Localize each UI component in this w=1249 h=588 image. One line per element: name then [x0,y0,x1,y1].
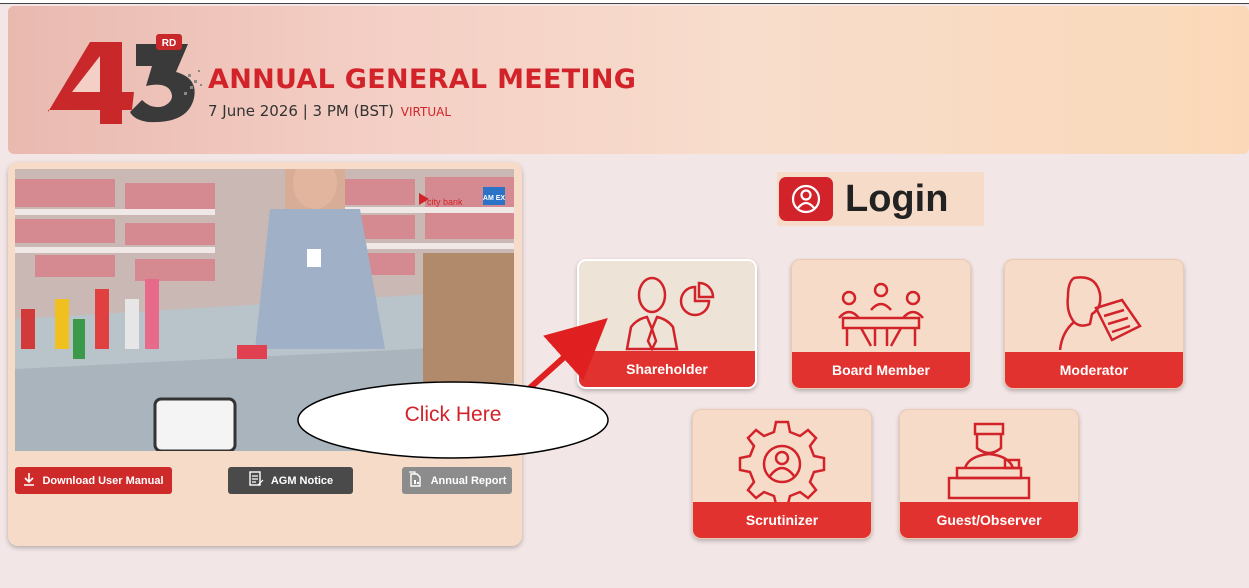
tile-moderator[interactable]: Moderator [1004,259,1184,389]
video-brand-text: city bank [427,197,463,207]
scrutinizer-gear-icon [693,416,871,506]
report-icon [408,471,424,490]
meeting-date: 7 June 2026 | 3 PM (BST) [208,102,394,120]
board-meeting-icon [792,266,970,356]
moderator-reading-icon [1005,266,1183,356]
download-manual-button[interactable]: Download User Manual [15,467,172,494]
annual-report-button[interactable]: Annual Report [402,467,512,494]
document-icon [248,471,264,490]
logo-ordinal: RD [162,38,176,49]
login-heading: Login [777,172,984,226]
download-manual-label: Download User Manual [42,474,164,487]
tile-scrutinizer[interactable]: Scrutinizer [692,409,872,539]
tile-scrutinizer-label: Scrutinizer [693,502,871,538]
agm-notice-button[interactable]: AGM Notice [228,467,353,494]
tile-moderator-label: Moderator [1005,352,1183,388]
login-title: Login [845,177,949,220]
tile-guest-observer-label: Guest/Observer [900,502,1078,538]
top-border [0,0,1249,4]
tile-guest-observer[interactable]: Guest/Observer [899,409,1079,539]
video-brand-badge: AM EX [483,195,506,202]
agm-43-logo: RD [48,34,202,124]
meeting-mode: VIRTUAL [400,105,452,119]
guest-desk-icon [900,416,1078,506]
tile-board-member[interactable]: Board Member [791,259,971,389]
user-circle-icon [779,177,833,221]
annual-report-label: Annual Report [430,474,507,487]
banner-title: ANNUAL GENERAL MEETING [208,64,637,95]
banner-subtitle: 7 June 2026 | 3 PM (BST) VIRTUAL [208,102,451,120]
agm-banner: RD ANNUAL GENERAL MEETING 7 June 2026 | … [8,6,1249,154]
download-icon [23,472,35,489]
shareholder-chart-icon [579,267,755,357]
tile-board-member-label: Board Member [792,352,970,388]
tile-shareholder[interactable]: Shareholder [577,259,757,389]
callout-text: Click Here [404,403,502,426]
agm-notice-label: AGM Notice [270,474,334,487]
